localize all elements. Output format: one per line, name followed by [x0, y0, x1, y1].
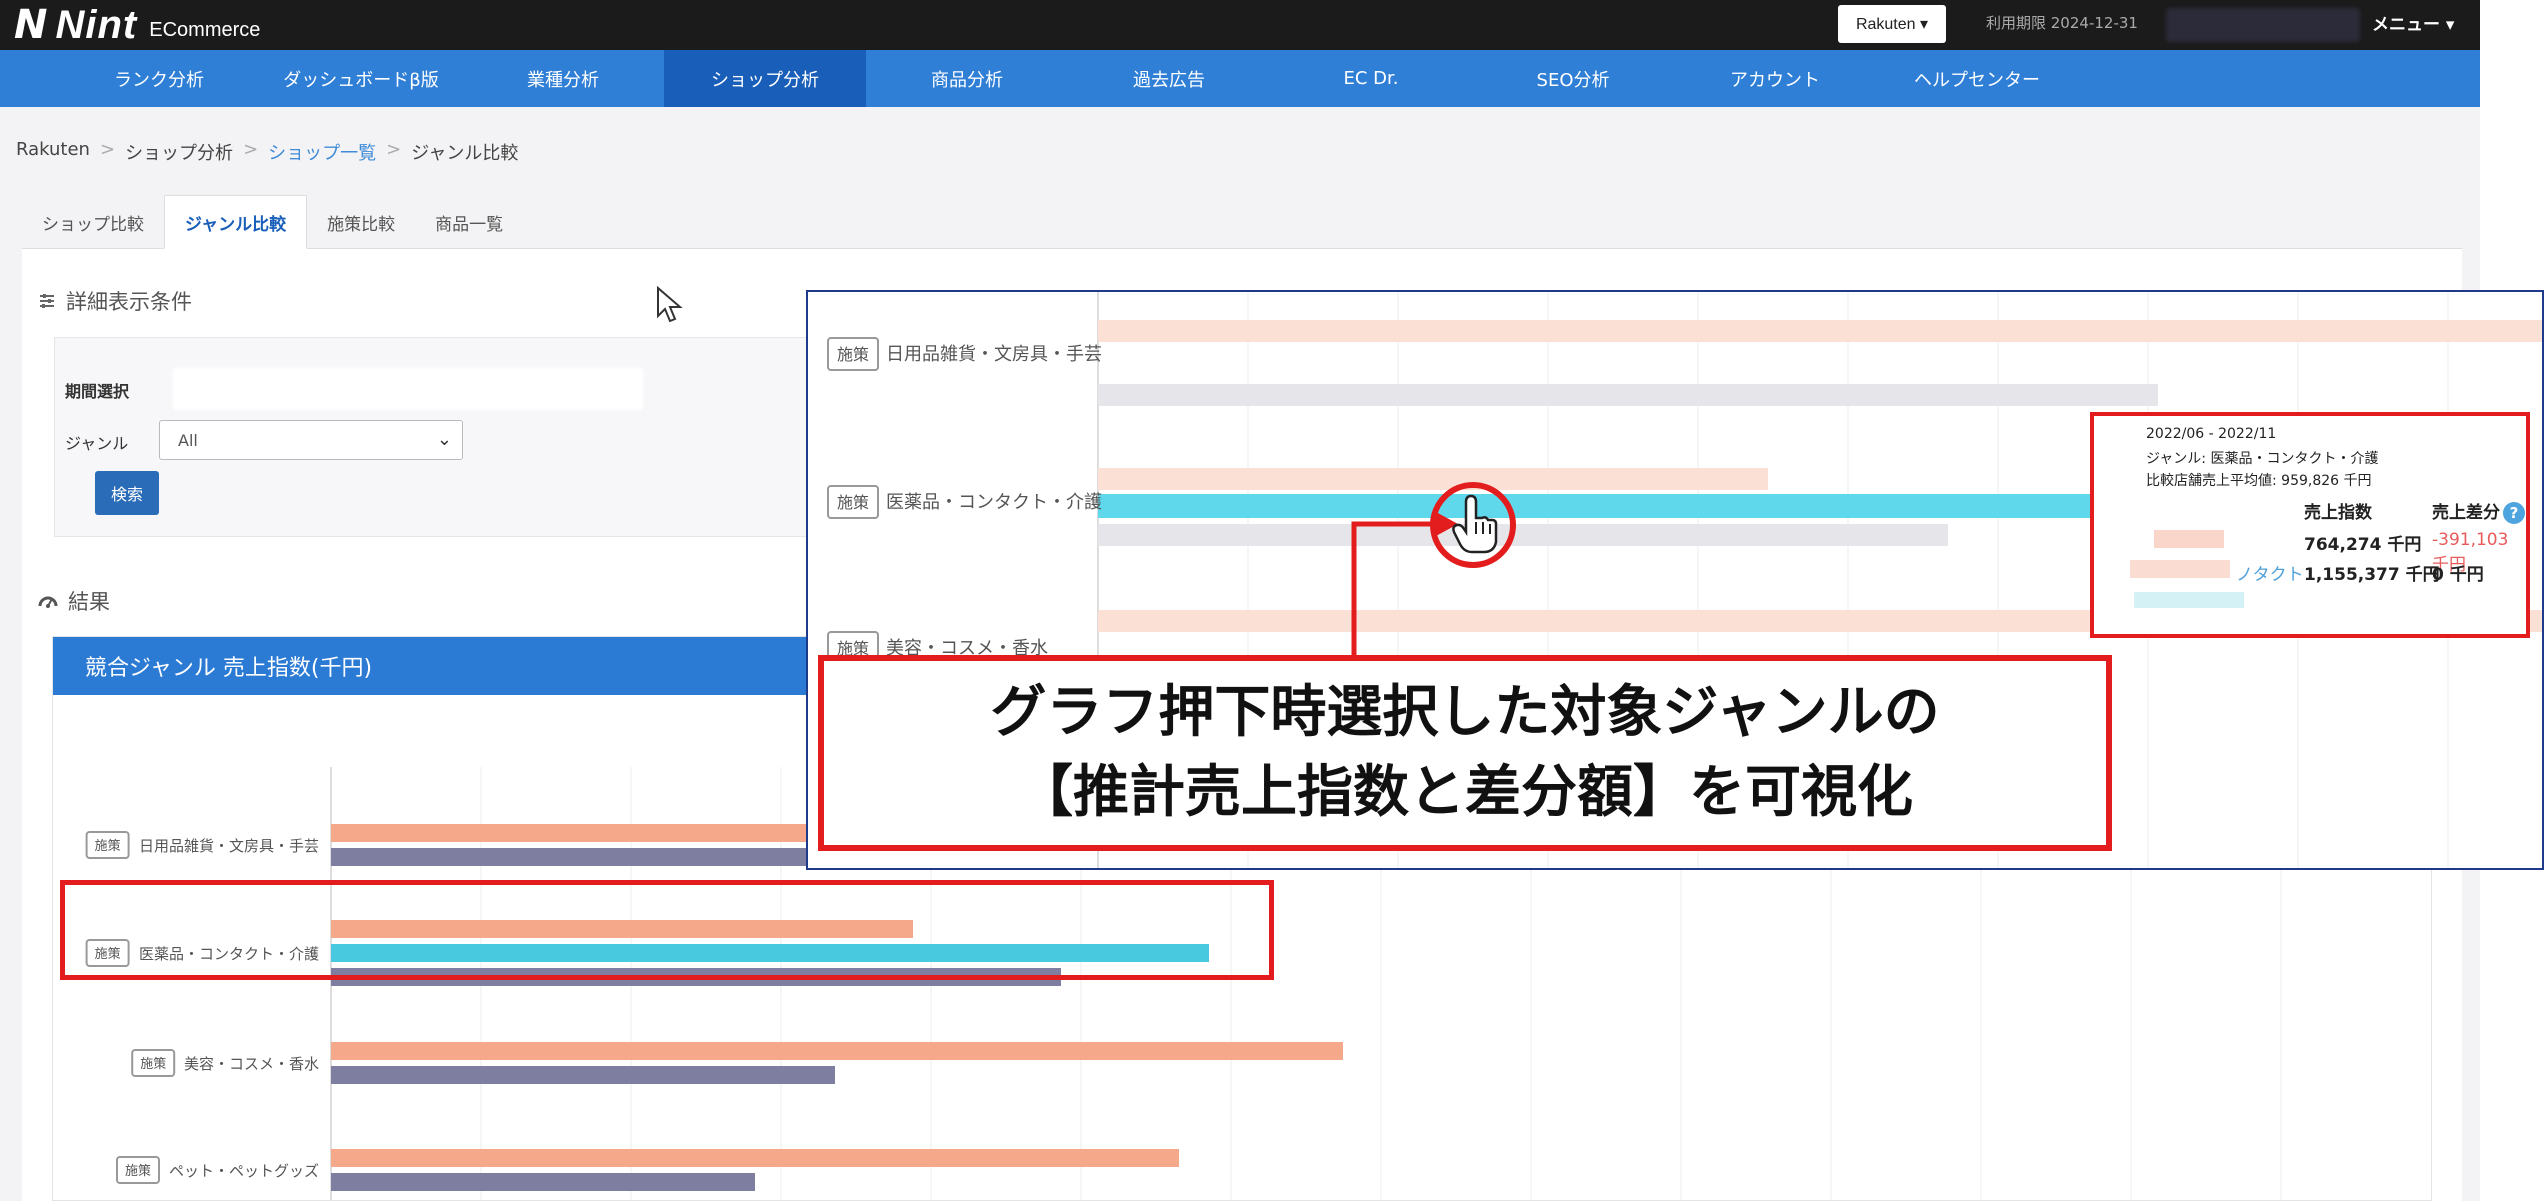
bar-0-0[interactable]	[331, 824, 831, 842]
tooltip-col-diff: 売上差分?	[2432, 498, 2525, 524]
tooltip-legend-cyan	[2134, 592, 2244, 608]
tooltip-legend-orange	[2154, 530, 2224, 548]
breadcrumb-current: ジャンル比較	[411, 143, 519, 164]
tooltip-row2-diff: 0 千円	[2432, 565, 2484, 585]
callout-line-2: 【推計売上指数と差分額】を可視化	[1017, 760, 1913, 825]
nav-item-3[interactable]: ショップ分析	[664, 50, 866, 107]
gauge-icon	[38, 596, 58, 608]
nav-item-0[interactable]: ランク分析	[58, 50, 260, 107]
bar-3-0[interactable]	[331, 1149, 1179, 1167]
zoom-measure-tag-text-0: 施策	[837, 345, 869, 364]
measure-tag-text-2: 施策	[140, 1056, 166, 1072]
measure-tag-text-3: 施策	[125, 1163, 151, 1179]
nav-item-1[interactable]: ダッシュボードβ版	[260, 50, 462, 107]
results-title: 結果	[38, 586, 110, 616]
conditions-title: 詳細表示条件	[38, 286, 192, 316]
callout-line-1: グラフ押下時選択した対象ジャンルの	[990, 680, 1940, 745]
chart-tooltip: 2022/06 - 2022/11 ジャンル: 医薬品・コンタクト・介護 比較店…	[2090, 412, 2530, 638]
breadcrumb: Rakuten > ショップ分析 > ショップ一覧 > ジャンル比較	[16, 139, 518, 165]
zoom-bar-1-navy[interactable]	[1098, 524, 1948, 546]
zoom-genre-label-0: 日用品雑貨・文房具・手芸	[886, 344, 1102, 365]
tooltip-genre: ジャンル: 医薬品・コンタクト・介護	[2146, 451, 2379, 467]
tab-shop-compare[interactable]: ショップ比較	[22, 195, 164, 249]
genre-select-value: All	[178, 430, 198, 450]
annotation-callout: グラフ押下時選択した対象ジャンルの 【推計売上指数と差分額】を可視化	[818, 655, 2112, 851]
results-title-text: 結果	[68, 590, 110, 614]
breadcrumb-shop-analysis[interactable]: ショップ分析	[125, 139, 233, 165]
tooltip-period: 2022/06 - 2022/11	[2146, 426, 2277, 442]
sliders-icon	[40, 294, 54, 308]
hand-pointer-icon	[1430, 482, 1516, 568]
tooltip-col-index: 売上指数	[2304, 503, 2372, 523]
breadcrumb-shop-list[interactable]: ショップ一覧	[268, 139, 376, 165]
nav-item-6[interactable]: EC Dr.	[1270, 50, 1472, 107]
bar-2-0[interactable]	[331, 1042, 1343, 1060]
breadcrumb-rakuten[interactable]: Rakuten	[16, 139, 90, 165]
genre-label-0: 日用品雑貨・文房具・手芸	[139, 837, 319, 855]
nav-item-5[interactable]: 過去広告	[1068, 50, 1270, 107]
tooltip-row2-name: ノタクト	[2236, 565, 2304, 585]
genre-label-3: ペット・ペットグッズ	[169, 1162, 319, 1180]
breadcrumb-separator: >	[99, 139, 116, 160]
tooltip-col-diff-text: 売上差分	[2432, 503, 2500, 523]
analysis-tabs: ショップ比較 ジャンル比較 施策比較 商品一覧	[22, 195, 2462, 249]
bar-0-1[interactable]	[331, 848, 831, 866]
genre-label-2: 美容・コスメ・香水	[184, 1055, 319, 1073]
menu-dropdown[interactable]: メニュー ▾	[2372, 10, 2454, 35]
tooltip-row1-index: 764,274 千円	[2304, 535, 2422, 555]
zoom-bar-1-cyan[interactable]	[1098, 494, 2122, 518]
logo-text: Nint	[55, 2, 138, 47]
user-name-blurred	[2166, 8, 2360, 42]
search-button[interactable]: 検索	[95, 471, 159, 515]
genre-label: ジャンル	[65, 434, 129, 453]
bar-3-1[interactable]	[331, 1173, 755, 1191]
genre-select[interactable]: All ⌄	[159, 420, 463, 460]
logo-mark-icon: N	[14, 2, 48, 48]
zoom-bar-0-navy[interactable]	[1098, 384, 2158, 406]
logo-subtitle: ECommerce	[149, 18, 261, 41]
mouse-cursor-icon	[657, 286, 683, 323]
breadcrumb-separator: >	[386, 139, 402, 160]
top-header: N Nint ECommerce Rakuten ▾ 利用期限 2024-12-…	[0, 0, 2480, 50]
tab-product-list[interactable]: 商品一覧	[415, 195, 523, 249]
period-label: 期間選択	[65, 382, 130, 401]
breadcrumb-separator: >	[243, 139, 259, 160]
selected-row-highlight	[60, 880, 1274, 980]
measure-tag-text-0: 施策	[95, 838, 121, 854]
expiration-date: 利用期限 2024-12-31	[1986, 14, 2138, 32]
chevron-down-icon: ⌄	[436, 429, 452, 450]
period-input-blurred[interactable]	[173, 368, 643, 410]
nint-logo[interactable]: N Nint ECommerce	[14, 2, 260, 48]
tab-measure-compare[interactable]: 施策比較	[307, 195, 415, 249]
tooltip-row2-index: 1,155,377 千円	[2304, 565, 2440, 585]
platform-dropdown[interactable]: Rakuten ▾	[1838, 5, 1946, 43]
bar-2-1[interactable]	[331, 1066, 835, 1084]
help-icon[interactable]: ?	[2503, 502, 2525, 524]
zoom-measure-tag-text-1: 施策	[837, 493, 869, 512]
nav-item-2[interactable]: 業種分析	[462, 50, 664, 107]
zoom-bar-faded-top	[1098, 320, 2542, 342]
tab-genre-compare[interactable]: ジャンル比較	[164, 195, 308, 249]
tooltip-legend-faded	[2130, 560, 2230, 578]
conditions-box: 期間選択 ジャンル All ⌄ 検索	[54, 337, 854, 537]
nav-item-8[interactable]: アカウント	[1674, 50, 1876, 107]
nav-item-4[interactable]: 商品分析	[866, 50, 1068, 107]
zoom-genre-label-1: 医薬品・コンタクト・介護	[886, 492, 1102, 513]
tooltip-avg: 比較店舗売上平均値: 959,826 千円	[2146, 473, 2372, 489]
main-nav: ランク分析 ダッシュボードβ版 業種分析 ショップ分析 商品分析 過去広告 EC Dr. SE…	[0, 50, 2480, 107]
nav-item-9[interactable]: ヘルプセンター	[1876, 50, 2078, 107]
conditions-title-text: 詳細表示条件	[66, 290, 192, 314]
nav-item-7[interactable]: SEO分析	[1472, 50, 1674, 107]
